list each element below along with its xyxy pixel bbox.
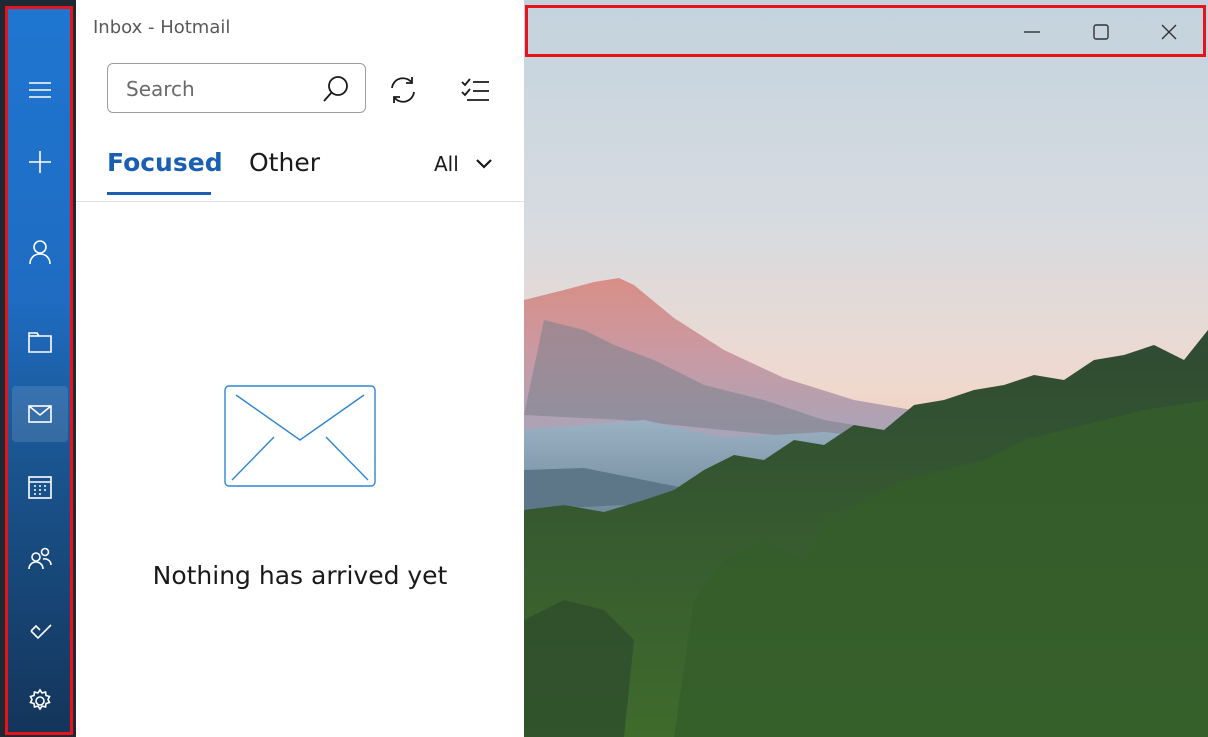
search-input[interactable]: Search [126, 77, 195, 101]
tab-other[interactable]: Other [249, 148, 320, 177]
search-box[interactable]: Search [107, 63, 366, 113]
new-mail-button[interactable] [12, 134, 68, 190]
people-button[interactable] [12, 531, 68, 587]
close-button[interactable] [1149, 16, 1189, 48]
divider [76, 201, 524, 202]
empty-state-message: Nothing has arrived yet [152, 561, 448, 590]
settings-button[interactable] [12, 673, 68, 729]
mail-button[interactable] [12, 386, 68, 442]
mail-icon [28, 405, 52, 423]
sync-icon [391, 77, 415, 103]
maximize-button[interactable] [1081, 16, 1121, 48]
title-bar [525, 5, 1206, 57]
menu-button[interactable] [12, 62, 68, 118]
reading-pane-background [524, 0, 1208, 737]
empty-envelope-icon [224, 385, 376, 491]
calendar-button[interactable] [12, 459, 68, 515]
mail-list-pane: Inbox - Hotmail Search Focused Other All… [76, 0, 524, 737]
filter-label: All [434, 152, 459, 176]
hamburger-icon [29, 82, 51, 98]
todo-button[interactable] [12, 602, 68, 658]
close-icon [1161, 24, 1177, 40]
window-title: Inbox - Hotmail [93, 17, 231, 38]
plus-icon [29, 151, 51, 173]
accounts-button[interactable] [12, 224, 68, 280]
minimize-button[interactable] [1012, 16, 1052, 48]
person-icon [29, 240, 51, 265]
tab-focused[interactable]: Focused [107, 148, 223, 177]
checklist-icon [461, 78, 489, 101]
nav-rail [5, 6, 73, 735]
calendar-icon [28, 476, 52, 499]
sync-button[interactable] [383, 70, 423, 110]
filter-dropdown[interactable]: All [434, 152, 493, 176]
tab-indicator [107, 192, 211, 195]
search-icon[interactable] [321, 74, 351, 108]
gear-icon [29, 688, 51, 711]
folder-icon [28, 332, 52, 353]
landscape-image [524, 278, 1208, 737]
people-icon [28, 547, 52, 570]
chevron-down-icon [476, 159, 492, 169]
folders-button[interactable] [12, 314, 68, 370]
select-mode-button[interactable] [455, 70, 495, 110]
minimize-icon [1024, 31, 1040, 33]
check-icon [30, 624, 52, 640]
maximize-icon [1093, 24, 1109, 40]
